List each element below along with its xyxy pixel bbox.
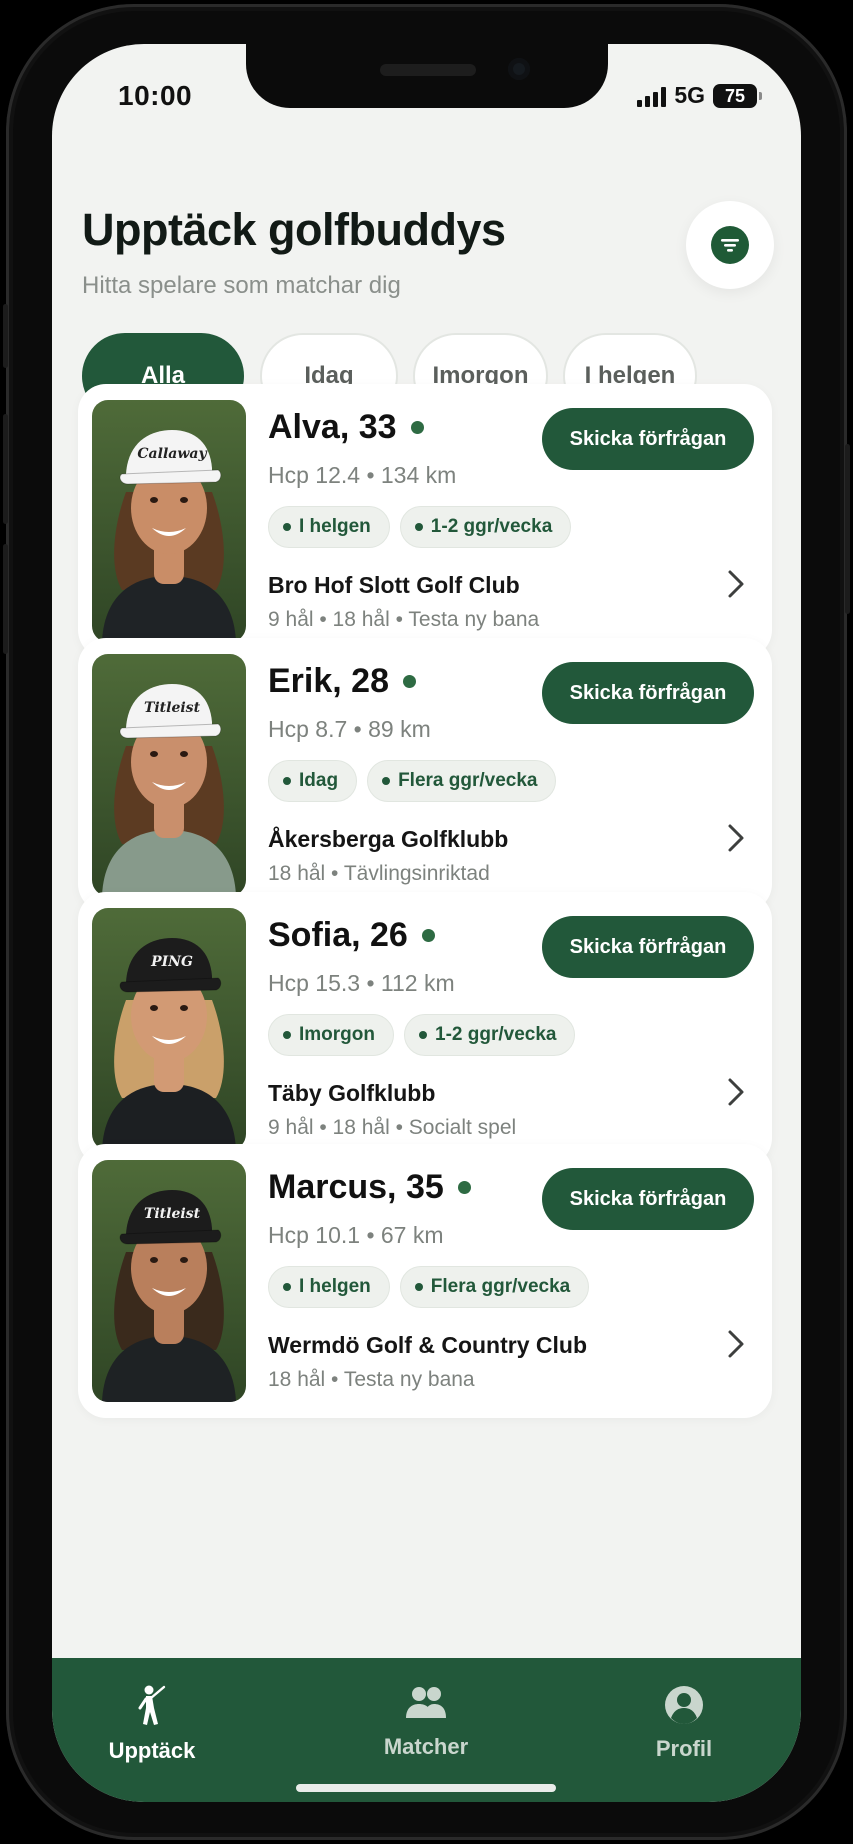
online-status-dot (457, 1181, 471, 1194)
network-type: 5G (674, 82, 705, 108)
home-club: Wermdö Golf & Country Club (268, 1332, 588, 1358)
player-handicap-distance: Hcp 10.1 • 67 km (268, 1222, 444, 1248)
player-card[interactable]: Callaway Alva, 33 Hcp 12.4 • 134 km Skic… (78, 384, 772, 658)
player-name: Sofia, 26 (268, 916, 408, 954)
player-tags: I helgen Flera ggr/vecka (268, 1266, 590, 1308)
tag-label: Flera ggr/vecka (430, 1276, 571, 1297)
tab-label: Profil (655, 1736, 713, 1761)
tag-label: I helgen (299, 516, 371, 537)
cap-logo: Titleist (144, 700, 201, 716)
power-button (845, 444, 850, 614)
online-status-dot (402, 675, 416, 688)
speaker-grille (380, 64, 476, 76)
send-request-button[interactable]: Skicka förfrågan (542, 662, 754, 724)
availability-tag: Imorgon (268, 1014, 394, 1056)
volume-down-button (3, 544, 8, 654)
page-title: Upptäck golfbuddys (82, 204, 506, 255)
availability-tag: I helgen (268, 506, 390, 548)
player-photo: Titleist (92, 1160, 246, 1402)
status-icons: 5G 75 (637, 82, 762, 109)
home-club: Täby Golfklubb (268, 1080, 436, 1106)
home-club: Bro Hof Slott Golf Club (268, 572, 520, 598)
availability-tag: Idag (268, 760, 358, 802)
tag-label: Flera ggr/vecka (398, 770, 538, 791)
chevron-right-icon[interactable] (720, 1072, 750, 1112)
online-status-dot (410, 421, 424, 434)
player-tags: Imorgon 1-2 ggr/vecka (268, 1014, 576, 1056)
tab-label: Matcher (383, 1734, 469, 1759)
frequency-tag: 1-2 ggr/vecka (399, 506, 572, 548)
player-card[interactable]: PING Sofia, 26 Hcp 15.3 • 112 km Skicka … (78, 892, 772, 1166)
player-handicap-distance: Hcp 8.7 • 89 km (268, 716, 431, 742)
player-photo: Callaway (92, 400, 246, 642)
online-status-dot (421, 929, 435, 942)
player-handicap-distance: Hcp 12.4 • 134 km (268, 462, 457, 488)
cap-logo: Titleist (144, 1206, 201, 1222)
tab-upptack[interactable]: Upptäck (72, 1684, 232, 1764)
player-name-row: Marcus, 35 (268, 1168, 471, 1207)
app-screen: 10:00 5G 75 Upptäck golfbuddys Hitta spe… (52, 44, 801, 1802)
player-name: Marcus, 35 (268, 1168, 444, 1206)
player-name-row: Erik, 28 (268, 662, 416, 701)
frequency-tag: Flera ggr/vecka (399, 1266, 590, 1308)
status-time: 10:00 (118, 80, 193, 111)
cap-logo: Callaway (137, 446, 207, 462)
frequency-tag: 1-2 ggr/vecka (404, 1014, 576, 1056)
battery-icon: 75 (713, 83, 762, 108)
chevron-right-icon[interactable] (720, 1324, 750, 1364)
front-camera (508, 58, 530, 80)
play-preferences: 18 hål • Testa ny bana (268, 1368, 475, 1391)
play-preferences: 9 hål • 18 hål • Socialt spel (268, 1116, 517, 1139)
cap-logo: PING (150, 954, 193, 970)
home-indicator (296, 1784, 556, 1792)
availability-tag: I helgen (268, 1266, 390, 1308)
tag-label: Idag (299, 770, 339, 791)
notch (246, 44, 608, 108)
tag-label: 1-2 ggr/vecka (435, 1024, 557, 1045)
tag-label: Imorgon (299, 1024, 375, 1045)
send-request-button[interactable]: Skicka förfrågan (542, 1168, 754, 1230)
frequency-tag: Flera ggr/vecka (367, 760, 557, 802)
chevron-right-icon[interactable] (720, 818, 750, 858)
signal-icon (637, 85, 667, 107)
mute-switch (3, 304, 8, 368)
chevron-right-icon[interactable] (720, 564, 750, 604)
filter-button[interactable] (686, 201, 774, 289)
play-preferences: 9 hål • 18 hål • Testa ny bana (268, 608, 540, 631)
tab-matcher[interactable]: Matcher (346, 1684, 506, 1760)
send-request-button[interactable]: Skicka förfrågan (542, 916, 754, 978)
people-icon (406, 1687, 446, 1718)
bottom-tab-bar: Upptäck Matcher Profil (52, 1658, 801, 1802)
tab-profil[interactable]: Profil (604, 1684, 764, 1762)
player-photo: PING (92, 908, 246, 1150)
player-card[interactable]: Titleist Erik, 28 Hcp 8.7 • 89 km Skicka… (78, 638, 772, 912)
tag-label: 1-2 ggr/vecka (430, 516, 553, 537)
player-handicap-distance: Hcp 15.3 • 112 km (268, 970, 455, 996)
player-name-row: Sofia, 26 (268, 916, 435, 955)
page-subtitle: Hitta spelare som matchar dig (82, 272, 401, 299)
home-club: Åkersberga Golfklubb (268, 826, 509, 852)
player-card[interactable]: Titleist Marcus, 35 Hcp 10.1 • 67 km Ski… (78, 1144, 772, 1418)
golfer-icon (138, 1685, 166, 1725)
player-name: Alva, 33 (268, 408, 397, 446)
volume-up-button (3, 414, 8, 524)
player-tags: I helgen 1-2 ggr/vecka (268, 506, 572, 548)
player-tags: Idag Flera ggr/vecka (268, 760, 557, 802)
player-name: Erik, 28 (268, 662, 389, 700)
player-name-row: Alva, 33 (268, 408, 424, 447)
send-request-button[interactable]: Skicka förfrågan (542, 408, 754, 470)
tab-label: Upptäck (108, 1738, 196, 1763)
player-photo: Titleist (92, 654, 246, 896)
play-preferences: 18 hål • Tävlingsinriktad (268, 862, 490, 885)
profile-icon (665, 1686, 703, 1724)
tag-label: I helgen (299, 1276, 371, 1297)
filter-icon (711, 226, 749, 264)
